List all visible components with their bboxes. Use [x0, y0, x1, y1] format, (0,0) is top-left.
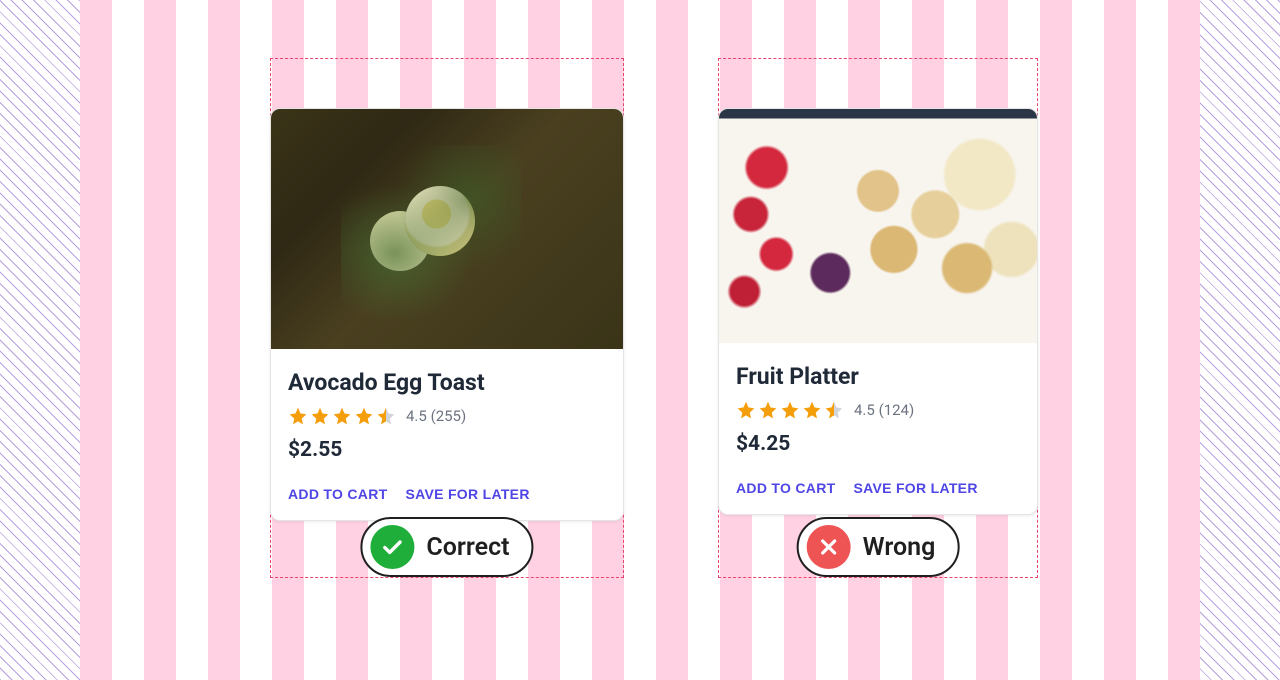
check-icon [370, 525, 414, 569]
product-image [719, 109, 1037, 343]
wrong-badge: Wrong [797, 517, 960, 577]
product-card: Fruit Platter 4.5 (124) $4.25 AD [718, 108, 1038, 515]
product-title: Avocado Egg Toast [288, 369, 606, 396]
badge-label: Correct [426, 533, 509, 562]
product-card: Avocado Egg Toast 4.5 (255) $2.55 [270, 108, 624, 521]
rating-row: 4.5 (255) [288, 406, 606, 426]
star-icon [802, 400, 822, 420]
card-actions: ADD TO CART SAVE FOR LATER [288, 486, 606, 502]
add-to-cart-button[interactable]: ADD TO CART [288, 486, 387, 502]
star-half-icon [824, 400, 844, 420]
card-body: Fruit Platter 4.5 (124) $4.25 AD [719, 343, 1037, 514]
add-to-cart-button[interactable]: ADD TO CART [736, 480, 835, 496]
star-icon [758, 400, 778, 420]
star-rating [288, 406, 396, 426]
save-for-later-button[interactable]: SAVE FOR LATER [853, 480, 977, 496]
product-price: $4.25 [736, 432, 1020, 456]
close-icon [807, 525, 851, 569]
correct-badge: Correct [360, 517, 533, 577]
rating-value: 4.5 (255) [406, 407, 466, 425]
rating-value: 4.5 (124) [854, 401, 914, 419]
star-icon [736, 400, 756, 420]
card-body: Avocado Egg Toast 4.5 (255) $2.55 [271, 349, 623, 520]
star-icon [354, 406, 374, 426]
star-icon [310, 406, 330, 426]
star-rating [736, 400, 844, 420]
star-icon [332, 406, 352, 426]
card-wrapper-wrong: Fruit Platter 4.5 (124) $4.25 AD [718, 58, 1038, 521]
product-image [271, 109, 623, 349]
star-icon [780, 400, 800, 420]
rating-row: 4.5 (124) [736, 400, 1020, 420]
star-icon [288, 406, 308, 426]
product-price: $2.55 [288, 438, 606, 462]
save-for-later-button[interactable]: SAVE FOR LATER [405, 486, 529, 502]
card-actions: ADD TO CART SAVE FOR LATER [736, 480, 1020, 496]
cards-row: Avocado Egg Toast 4.5 (255) $2.55 [80, 0, 1200, 521]
card-wrapper-correct: Avocado Egg Toast 4.5 (255) $2.55 [270, 58, 624, 521]
star-half-icon [376, 406, 396, 426]
badge-label: Wrong [863, 533, 936, 562]
product-title: Fruit Platter [736, 363, 1020, 390]
striped-container: Avocado Egg Toast 4.5 (255) $2.55 [80, 0, 1200, 680]
